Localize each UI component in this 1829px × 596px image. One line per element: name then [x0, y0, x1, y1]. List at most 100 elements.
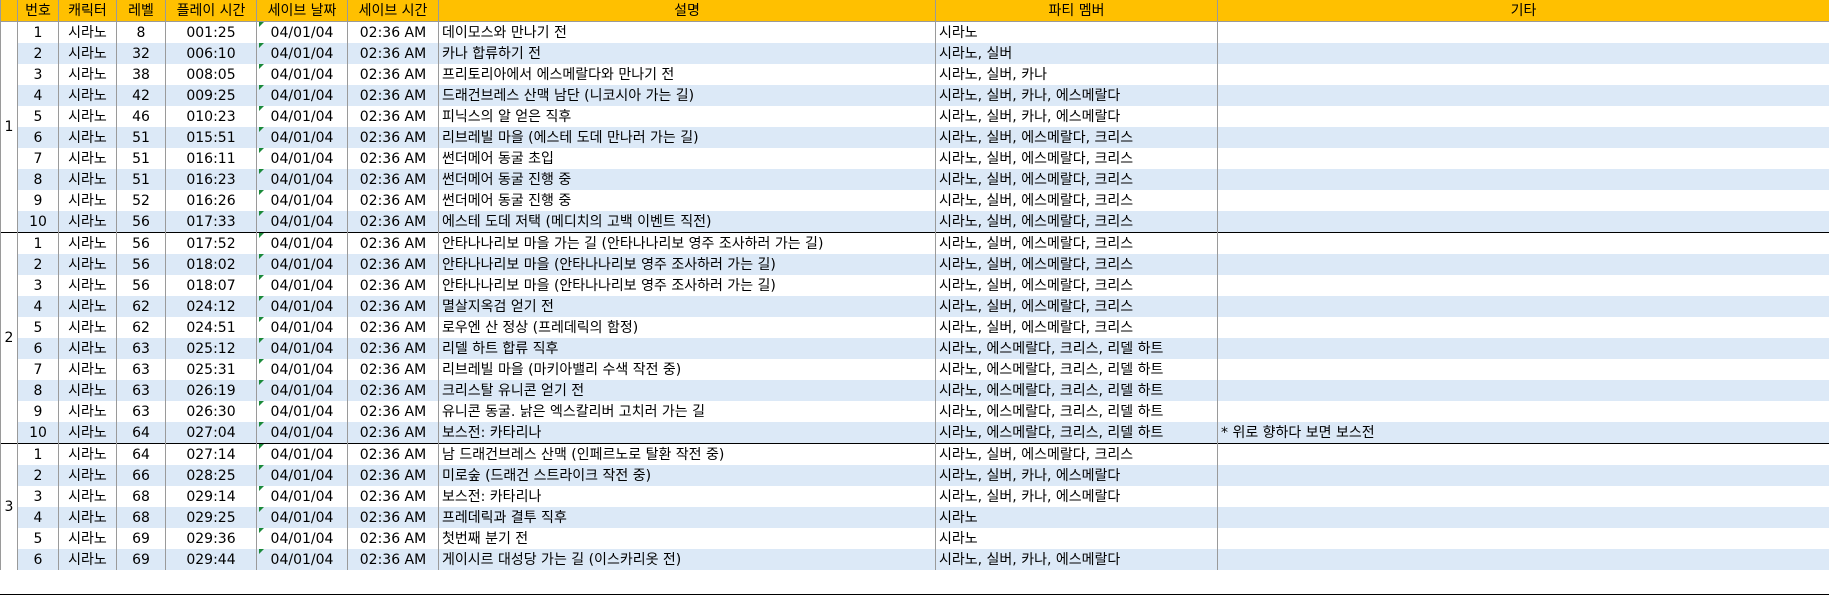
cell-row-no[interactable]: 2 [17, 43, 59, 64]
cell-etc[interactable] [1217, 211, 1829, 233]
cell-save-time[interactable]: 02:36 AM [347, 254, 439, 275]
cell-etc[interactable] [1217, 338, 1829, 359]
cell-description[interactable]: 안타나나리보 마을 (안타나나리보 영주 조사하러 가는 길) [438, 275, 936, 296]
cell-party[interactable]: 시라노, 실버, 에스메랄다, 크리스 [935, 190, 1218, 211]
cell-row-no[interactable]: 5 [17, 106, 59, 127]
cell-etc[interactable] [1217, 106, 1829, 127]
cell-level[interactable]: 51 [116, 148, 166, 169]
cell-play-time[interactable]: 029:25 [165, 507, 257, 528]
cell-etc[interactable] [1217, 296, 1829, 317]
column-header-party[interactable]: 파티 멤버 [935, 0, 1218, 22]
cell-save-date[interactable]: 04/01/04 [256, 169, 348, 190]
cell-level[interactable]: 38 [116, 64, 166, 85]
cell-play-time[interactable]: 029:14 [165, 486, 257, 507]
cell-party[interactable]: 시라노, 에스메랄다, 크리스, 리델 하트 [935, 338, 1218, 359]
cell-row-no[interactable]: 6 [17, 127, 59, 148]
cell-save-date[interactable]: 04/01/04 [256, 21, 348, 43]
cell-row-no[interactable]: 5 [17, 528, 59, 549]
cell-play-time[interactable]: 029:44 [165, 549, 257, 570]
cell-character[interactable]: 시라노 [58, 169, 117, 190]
group-label-cell[interactable]: 2 [0, 232, 18, 444]
cell-save-time[interactable]: 02:36 AM [347, 169, 439, 190]
cell-party[interactable]: 시라노, 실버, 에스메랄다, 크리스 [935, 169, 1218, 190]
cell-level[interactable]: 66 [116, 465, 166, 486]
cell-save-date[interactable]: 04/01/04 [256, 43, 348, 64]
cell-level[interactable]: 68 [116, 486, 166, 507]
cell-play-time[interactable]: 001:25 [165, 21, 257, 43]
cell-save-time[interactable]: 02:36 AM [347, 190, 439, 211]
group-label-cell[interactable]: 1 [0, 21, 18, 233]
cell-description[interactable]: 보스전: 카타리나 [438, 486, 936, 507]
cell-row-no[interactable]: 3 [17, 486, 59, 507]
cell-character[interactable]: 시라노 [58, 528, 117, 549]
cell-level[interactable]: 56 [116, 232, 166, 254]
cell-level[interactable]: 32 [116, 43, 166, 64]
cell-save-time[interactable]: 02:36 AM [347, 465, 439, 486]
cell-character[interactable]: 시라노 [58, 211, 117, 233]
cell-party[interactable]: 시라노, 에스메랄다, 크리스, 리델 하트 [935, 359, 1218, 380]
cell-save-time[interactable]: 02:36 AM [347, 338, 439, 359]
cell-play-time[interactable]: 028:25 [165, 465, 257, 486]
cell-save-time[interactable]: 02:36 AM [347, 296, 439, 317]
cell-party[interactable]: 시라노, 에스메랄다, 크리스, 리델 하트 [935, 380, 1218, 401]
cell-party[interactable]: 시라노 [935, 507, 1218, 528]
cell-party[interactable]: 시라노, 실버, 에스메랄다, 크리스 [935, 232, 1218, 254]
cell-description[interactable]: 로우엔 산 정상 (프레데릭의 함정) [438, 317, 936, 338]
cell-save-date[interactable]: 04/01/04 [256, 465, 348, 486]
cell-description[interactable]: 크리스탈 유니콘 얻기 전 [438, 380, 936, 401]
cell-description[interactable]: 썬더메어 동굴 진행 중 [438, 190, 936, 211]
cell-row-no[interactable]: 8 [17, 169, 59, 190]
column-header-etc[interactable]: 기타 [1217, 0, 1829, 22]
cell-level[interactable]: 42 [116, 85, 166, 106]
cell-description[interactable]: 미로숲 (드래건 스트라이크 작전 중) [438, 465, 936, 486]
cell-level[interactable]: 56 [116, 254, 166, 275]
cell-play-time[interactable]: 016:26 [165, 190, 257, 211]
cell-level[interactable]: 8 [116, 21, 166, 43]
cell-save-date[interactable]: 04/01/04 [256, 296, 348, 317]
cell-save-date[interactable]: 04/01/04 [256, 64, 348, 85]
cell-character[interactable]: 시라노 [58, 443, 117, 465]
cell-etc[interactable] [1217, 380, 1829, 401]
cell-etc[interactable] [1217, 507, 1829, 528]
cell-etc[interactable] [1217, 148, 1829, 169]
cell-play-time[interactable]: 009:25 [165, 85, 257, 106]
cell-row-no[interactable]: 2 [17, 254, 59, 275]
cell-party[interactable]: 시라노, 실버, 카나, 에스메랄다 [935, 106, 1218, 127]
cell-row-no[interactable]: 1 [17, 443, 59, 465]
cell-save-date[interactable]: 04/01/04 [256, 401, 348, 422]
cell-character[interactable]: 시라노 [58, 296, 117, 317]
cell-save-time[interactable]: 02:36 AM [347, 443, 439, 465]
cell-play-time[interactable]: 026:30 [165, 401, 257, 422]
cell-character[interactable]: 시라노 [58, 401, 117, 422]
cell-character[interactable]: 시라노 [58, 486, 117, 507]
cell-character[interactable]: 시라노 [58, 232, 117, 254]
cell-description[interactable]: 리브레빌 마을 (에스테 도데 만나러 가는 길) [438, 127, 936, 148]
cell-party[interactable]: 시라노, 실버, 에스메랄다, 크리스 [935, 296, 1218, 317]
cell-description[interactable]: 썬더메어 동굴 진행 중 [438, 169, 936, 190]
cell-level[interactable]: 51 [116, 169, 166, 190]
cell-party[interactable]: 시라노, 실버, 카나 [935, 64, 1218, 85]
cell-row-no[interactable]: 10 [17, 422, 59, 444]
cell-play-time[interactable]: 010:23 [165, 106, 257, 127]
cell-play-time[interactable]: 017:52 [165, 232, 257, 254]
cell-play-time[interactable]: 025:12 [165, 338, 257, 359]
cell-play-time[interactable]: 018:07 [165, 275, 257, 296]
cell-save-date[interactable]: 04/01/04 [256, 380, 348, 401]
cell-etc[interactable] [1217, 443, 1829, 465]
cell-etc[interactable] [1217, 64, 1829, 85]
cell-character[interactable]: 시라노 [58, 43, 117, 64]
cell-party[interactable]: 시라노, 실버, 에스메랄다, 크리스 [935, 148, 1218, 169]
cell-save-date[interactable]: 04/01/04 [256, 275, 348, 296]
cell-save-date[interactable]: 04/01/04 [256, 549, 348, 570]
cell-etc[interactable] [1217, 401, 1829, 422]
cell-save-time[interactable]: 02:36 AM [347, 401, 439, 422]
cell-row-no[interactable]: 6 [17, 338, 59, 359]
cell-save-time[interactable]: 02:36 AM [347, 359, 439, 380]
cell-play-time[interactable]: 018:02 [165, 254, 257, 275]
cell-party[interactable]: 시라노, 실버, 에스메랄다, 크리스 [935, 127, 1218, 148]
cell-play-time[interactable]: 016:11 [165, 148, 257, 169]
cell-party[interactable]: 시라노 [935, 528, 1218, 549]
cell-character[interactable]: 시라노 [58, 190, 117, 211]
cell-save-time[interactable]: 02:36 AM [347, 380, 439, 401]
cell-row-no[interactable]: 2 [17, 465, 59, 486]
